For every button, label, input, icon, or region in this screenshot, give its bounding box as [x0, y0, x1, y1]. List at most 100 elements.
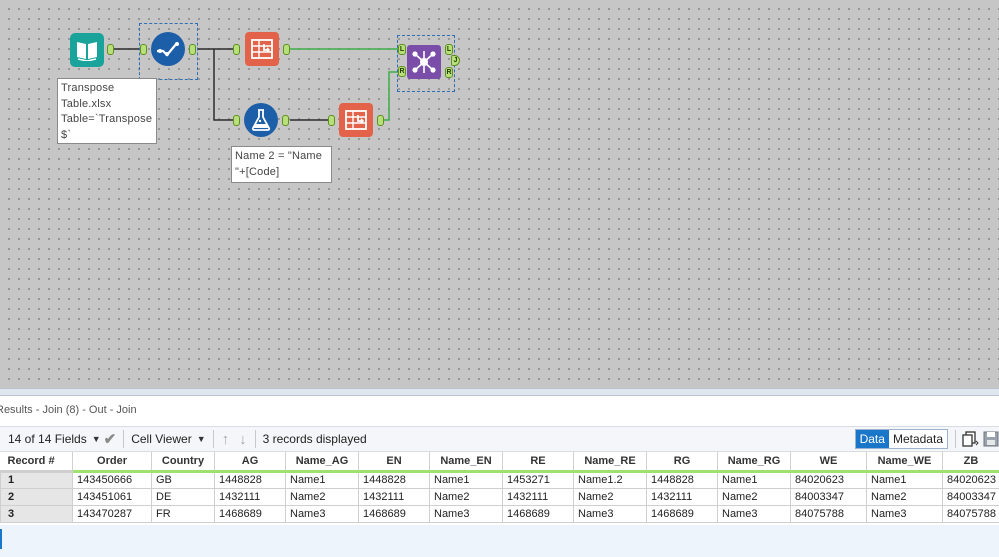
table-cell[interactable]: 84075788 [790, 504, 867, 523]
table-cell[interactable]: 1468689 [646, 504, 718, 523]
panel-splitter[interactable] [0, 388, 999, 396]
table-cell[interactable]: Name3 [866, 504, 943, 523]
table-cell[interactable]: Name1 [866, 470, 943, 489]
select-input-anchor[interactable] [140, 44, 147, 55]
table-cell[interactable]: 1468689 [502, 504, 574, 523]
table-row[interactable]: 2 143451061 DE 1432111 Name2 1432111 Name2 1432… [0, 487, 999, 506]
table-cell[interactable]: 143450666 [72, 470, 152, 489]
table-cell[interactable]: 1432111 [214, 487, 286, 506]
save-button[interactable] [981, 427, 999, 451]
record-number-cell[interactable]: 1 [0, 470, 73, 489]
column-header[interactable]: AG [214, 452, 286, 473]
table-cell[interactable]: 84020623 [942, 470, 999, 489]
join-left-output-anchor[interactable]: L [445, 44, 453, 55]
table-cell[interactable]: 143451061 [72, 487, 152, 506]
column-header[interactable]: Name_EN [429, 452, 503, 473]
table-cell[interactable]: Name2 [717, 487, 791, 506]
table-cell[interactable]: 1448828 [214, 470, 286, 489]
transpose-tool-2[interactable] [337, 101, 375, 139]
results-title-bar: Results - Join (8) - Out - Join [0, 396, 999, 424]
toolbar-divider [254, 430, 256, 448]
transpose1-output-anchor[interactable] [283, 44, 290, 55]
table-cell[interactable]: 84075788 [942, 504, 999, 523]
table-cell[interactable]: Name2 [573, 487, 647, 506]
table-cell[interactable]: Name3 [573, 504, 647, 523]
table-cell[interactable]: 1468689 [214, 504, 286, 523]
results-grid: Record # Order Country AG Name_AG EN Nam… [0, 452, 999, 523]
transpose2-output-anchor[interactable] [377, 115, 384, 126]
table-cell[interactable]: 1432111 [646, 487, 718, 506]
column-header[interactable]: ZB [942, 452, 999, 473]
table-cell[interactable]: Name2 [285, 487, 359, 506]
table-cell[interactable]: 84003347 [942, 487, 999, 506]
table-cell[interactable]: 1453271 [502, 470, 574, 489]
table-cell[interactable]: 1468689 [358, 504, 430, 523]
column-header[interactable]: Name_RG [717, 452, 791, 473]
metadata-tab[interactable]: Metadata [888, 430, 947, 448]
table-cell[interactable]: GB [151, 470, 215, 489]
column-header[interactable]: RE [502, 452, 574, 473]
workflow-canvas[interactable]: L R L J R Transpose Table.xlsx Table=`Tr… [0, 0, 999, 388]
table-cell[interactable]: Name3 [717, 504, 791, 523]
input-data-tool[interactable] [68, 31, 106, 69]
column-header[interactable]: Name_RE [573, 452, 647, 473]
records-count: 3 records displayed [259, 427, 371, 451]
join-right-output-anchor[interactable]: R [445, 67, 453, 78]
table-cell[interactable]: 84003347 [790, 487, 867, 506]
table-cell[interactable]: 143470287 [72, 504, 152, 523]
table-cell[interactable]: 1448828 [646, 470, 718, 489]
arrow-down-icon[interactable]: ↓ [234, 431, 252, 448]
table-cell[interactable]: Name1 [429, 470, 503, 489]
formula-input-anchor[interactable] [233, 115, 240, 126]
column-header[interactable]: RG [646, 452, 718, 473]
formula-output-anchor[interactable] [282, 115, 289, 126]
table-cell[interactable]: DE [151, 487, 215, 506]
table-cell[interactable]: 1432111 [358, 487, 430, 506]
table-cell[interactable]: Name3 [429, 504, 503, 523]
select-output-anchor[interactable] [189, 44, 196, 55]
table-cell[interactable]: FR [151, 504, 215, 523]
input-output-anchor[interactable] [107, 44, 114, 55]
formula-annotation: Name 2 = "Name "+[Code] [231, 146, 332, 183]
column-header[interactable]: Country [151, 452, 215, 473]
record-number-cell[interactable]: 3 [0, 504, 73, 523]
arrow-up-icon[interactable]: ↑ [217, 431, 235, 448]
table-cell[interactable]: Name2 [429, 487, 503, 506]
column-header[interactable]: Name_WE [866, 452, 943, 473]
checkmark-icon[interactable]: ✔ [104, 430, 117, 448]
data-tab[interactable]: Data [855, 430, 889, 448]
join-network-icon [407, 45, 441, 79]
join-tool[interactable] [405, 43, 443, 81]
toolbar-divider [212, 430, 214, 448]
select-tool[interactable] [149, 30, 187, 68]
table-cell[interactable]: 84020623 [790, 470, 867, 489]
grid-empty-area [0, 525, 999, 557]
record-number-cell[interactable]: 2 [0, 487, 73, 506]
chevron-down-icon: ▼ [91, 434, 101, 444]
column-header[interactable]: EN [358, 452, 430, 473]
table-cell[interactable]: Name2 [866, 487, 943, 506]
table-row[interactable]: 1 143450666 GB 1448828 Name1 1448828 Name1 1453… [0, 470, 999, 489]
transpose-tool-1[interactable] [243, 30, 281, 68]
table-cell[interactable]: Name3 [285, 504, 359, 523]
table-cell[interactable]: Name1 [717, 470, 791, 489]
column-header[interactable]: WE [790, 452, 867, 473]
cell-viewer-dropdown[interactable]: Cell Viewer ▼ [127, 427, 209, 451]
fields-dropdown[interactable]: 14 of 14 Fields ▼ ✔ [0, 427, 120, 451]
copy-button[interactable] [959, 427, 981, 451]
transpose2-input-anchor[interactable] [328, 115, 335, 126]
table-cell[interactable]: 1448828 [358, 470, 430, 489]
scroll-marker [0, 529, 2, 549]
table-cell[interactable]: Name1 [285, 470, 359, 489]
formula-tool[interactable] [242, 101, 280, 139]
table-cell[interactable]: Name1.2 [573, 470, 647, 489]
fields-label: 14 of 14 Fields [8, 432, 87, 446]
column-header[interactable]: Order [72, 452, 152, 473]
table-row[interactable]: 3 143470287 FR 1468689 Name3 1468689 Name3 1468… [0, 504, 999, 523]
column-header[interactable]: Name_AG [285, 452, 359, 473]
table-cell[interactable]: 1432111 [502, 487, 574, 506]
transpose-icon [339, 103, 373, 137]
column-header[interactable]: Record # [0, 452, 73, 473]
transpose1-input-anchor[interactable] [233, 44, 240, 55]
cell-viewer-label: Cell Viewer [131, 432, 192, 446]
